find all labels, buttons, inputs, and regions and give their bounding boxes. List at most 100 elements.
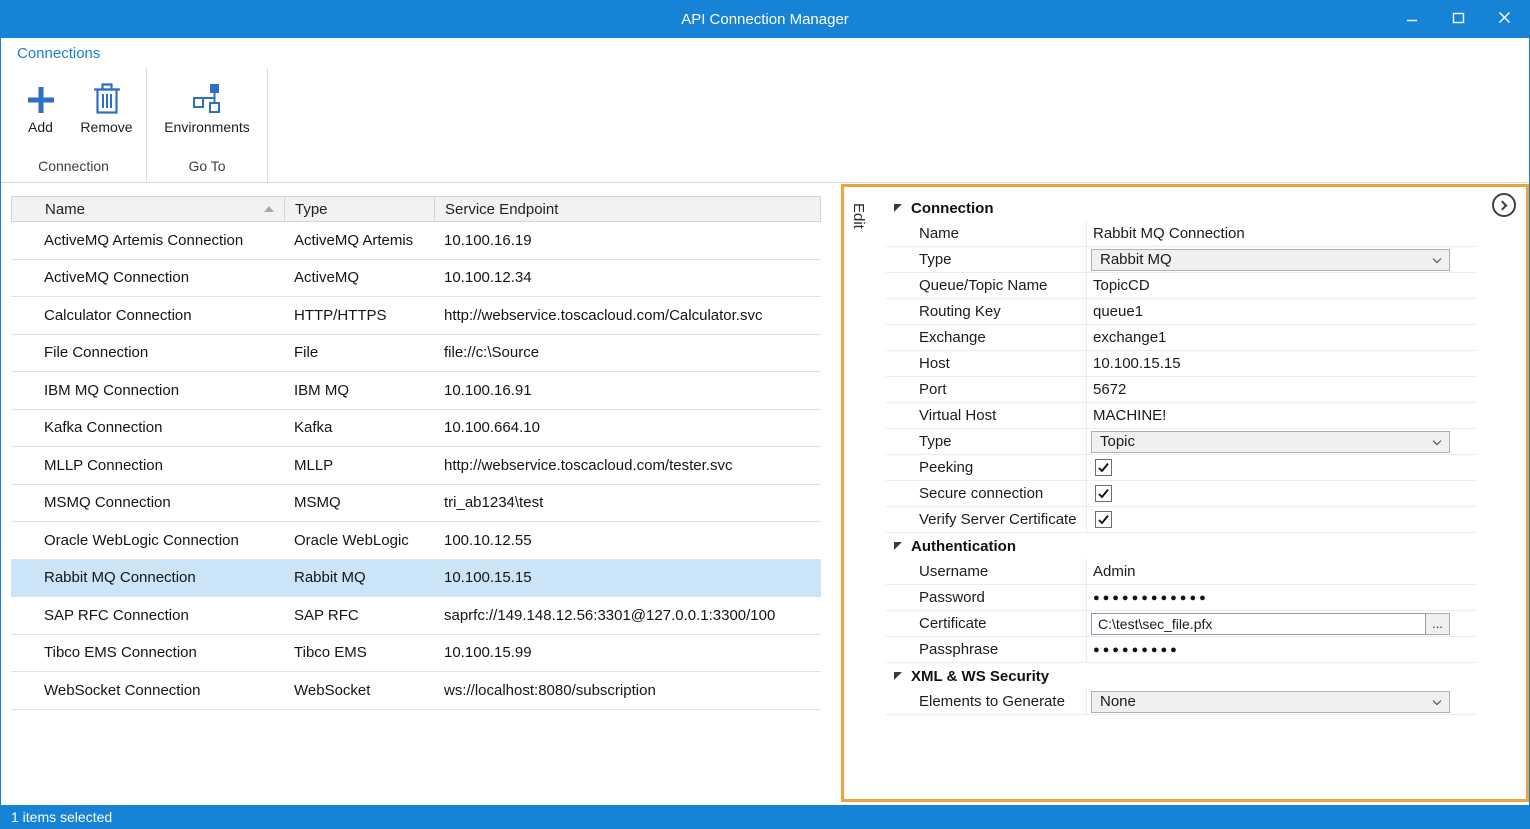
maximize-button[interactable] [1435,0,1481,38]
value-text[interactable]: TopicCD [1093,277,1150,294]
property-row: Peeking [886,455,1476,481]
table-row[interactable]: Kafka ConnectionKafka10.100.664.10 [11,410,821,448]
table-row[interactable]: Oracle WebLogic ConnectionOracle WebLogi… [11,522,821,560]
property-label: Queue/Topic Name [886,273,1086,298]
property-value [1086,455,1476,480]
add-button[interactable]: Add [8,70,74,154]
checkbox[interactable] [1095,485,1112,502]
value-text[interactable]: Admin [1093,563,1136,580]
value-text[interactable]: Rabbit MQ Connection [1093,225,1245,242]
property-label: Routing Key [886,299,1086,324]
property-row: Routing Key queue1 [886,299,1476,325]
environments-icon [189,70,225,116]
value-text[interactable]: 5672 [1093,381,1126,398]
column-header-type[interactable]: Type [285,197,435,221]
section-header[interactable]: Connection [886,195,1476,221]
property-value: C:\test\sec_file.pfx... [1086,611,1476,636]
table-row[interactable]: File ConnectionFilefile://c:\Source [11,335,821,373]
property-label: Type [886,247,1086,272]
masked-password-value[interactable]: ●●●●●●●●●●●● [1093,592,1209,604]
cell-type: IBM MQ [284,382,434,399]
table-row[interactable]: MSMQ ConnectionMSMQtri_ab1234\test [11,485,821,523]
property-value: queue1 [1086,299,1476,324]
cell-endpoint: ws://localhost:8080/subscription [434,682,821,699]
column-header-name[interactable]: Name [12,197,285,221]
masked-password-value[interactable]: ●●●●●●●●● [1093,644,1180,656]
window-title: API Connection Manager [681,11,849,28]
selection-status: 1 items selected [11,809,112,825]
chevron-down-icon [1433,696,1441,704]
property-label: Virtual Host [886,403,1086,428]
property-row: NameRabbit MQ Connection [886,221,1476,247]
table-row[interactable]: WebSocket ConnectionWebSocketws://localh… [11,672,821,710]
section-title: XML & WS Security [911,668,1049,685]
property-row: UsernameAdmin [886,559,1476,585]
table-row[interactable]: Calculator ConnectionHTTP/HTTPShttp://we… [11,297,821,335]
maximize-icon [1452,11,1465,28]
table-row[interactable]: SAP RFC ConnectionSAP RFCsaprfc://149.14… [11,597,821,635]
cell-name: MSMQ Connection [11,494,284,511]
property-value: 10.100.15.15 [1086,351,1476,376]
property-row: Verify Server Certificate [886,507,1476,533]
table-row[interactable]: ActiveMQ Artemis ConnectionActiveMQ Arte… [11,222,821,260]
cell-endpoint: tri_ab1234\test [434,494,821,511]
browse-button[interactable]: ... [1426,613,1450,635]
property-row: Host 10.100.15.15 [886,351,1476,377]
table-row[interactable]: Tibco EMS ConnectionTibco EMS10.100.15.9… [11,635,821,673]
property-row: Exchangeexchange1 [886,325,1476,351]
checkbox[interactable] [1095,459,1112,476]
edit-panel: Edit ConnectionNameRabbit MQ ConnectionT… [841,184,1529,802]
dropdown[interactable]: Rabbit MQ [1091,249,1450,271]
property-row: Secure connection [886,481,1476,507]
property-label: Verify Server Certificate [886,507,1086,532]
minimize-button[interactable] [1389,0,1435,38]
collapse-panel-button[interactable] [1492,193,1516,217]
property-label: Password [886,585,1086,610]
table-row[interactable]: ActiveMQ ConnectionActiveMQ10.100.12.34 [11,260,821,298]
property-label: Host [886,351,1086,376]
cell-name: File Connection [11,344,284,361]
tab-connections[interactable]: Connections [17,45,100,62]
trash-icon [92,70,122,116]
section-title: Connection [911,200,994,217]
property-value: MACHINE! [1086,403,1476,428]
property-label: Peeking [886,455,1086,480]
edit-tab-label[interactable]: Edit [850,203,867,229]
property-value: ●●●●●●●●●●●● [1086,585,1476,610]
chevron-down-icon [1433,436,1441,444]
value-text[interactable]: MACHINE! [1093,407,1166,424]
property-label: Secure connection [886,481,1086,506]
property-row: CertificateC:\test\sec_file.pfx... [886,611,1476,637]
table-row[interactable]: IBM MQ ConnectionIBM MQ10.100.16.91 [11,372,821,410]
file-path-input[interactable]: C:\test\sec_file.pfx [1091,613,1426,635]
cell-type: File [284,344,434,361]
value-text[interactable]: queue1 [1093,303,1143,320]
value-text[interactable]: 10.100.15.15 [1093,355,1181,372]
chevron-down-icon [1433,254,1441,262]
checkbox[interactable] [1095,511,1112,528]
property-label: Port [886,377,1086,402]
remove-button-label: Remove [80,119,132,135]
close-button[interactable] [1481,0,1527,38]
table-row[interactable]: MLLP ConnectionMLLPhttp://webservice.tos… [11,447,821,485]
table-header: Name Type Service Endpoint [11,196,821,222]
cell-type: HTTP/HTTPS [284,307,434,324]
section-header[interactable]: XML & WS Security [886,663,1476,689]
cell-endpoint: 10.100.16.19 [434,232,821,249]
api-connection-manager-window: API Connection Manager Connections [0,0,1530,829]
group-label-goto: Go To [147,154,267,182]
property-value [1086,507,1476,532]
dropdown[interactable]: None [1091,691,1450,713]
column-header-endpoint[interactable]: Service Endpoint [435,197,820,221]
dropdown[interactable]: Topic [1091,431,1450,453]
remove-button[interactable]: Remove [74,70,140,154]
section-header[interactable]: Authentication [886,533,1476,559]
environments-button[interactable]: Environments [151,70,263,154]
table-row[interactable]: Rabbit MQ ConnectionRabbit MQ10.100.15.1… [11,560,821,598]
cell-endpoint: http://webservice.toscacloud.com/Calcula… [434,307,821,324]
cell-endpoint: http://webservice.toscacloud.com/tester.… [434,457,821,474]
value-text[interactable]: exchange1 [1093,329,1166,346]
ribbon-group-goto: Environments Go To [147,68,268,182]
property-value: ●●●●●●●●● [1086,637,1476,662]
cell-name: Oracle WebLogic Connection [11,532,284,549]
